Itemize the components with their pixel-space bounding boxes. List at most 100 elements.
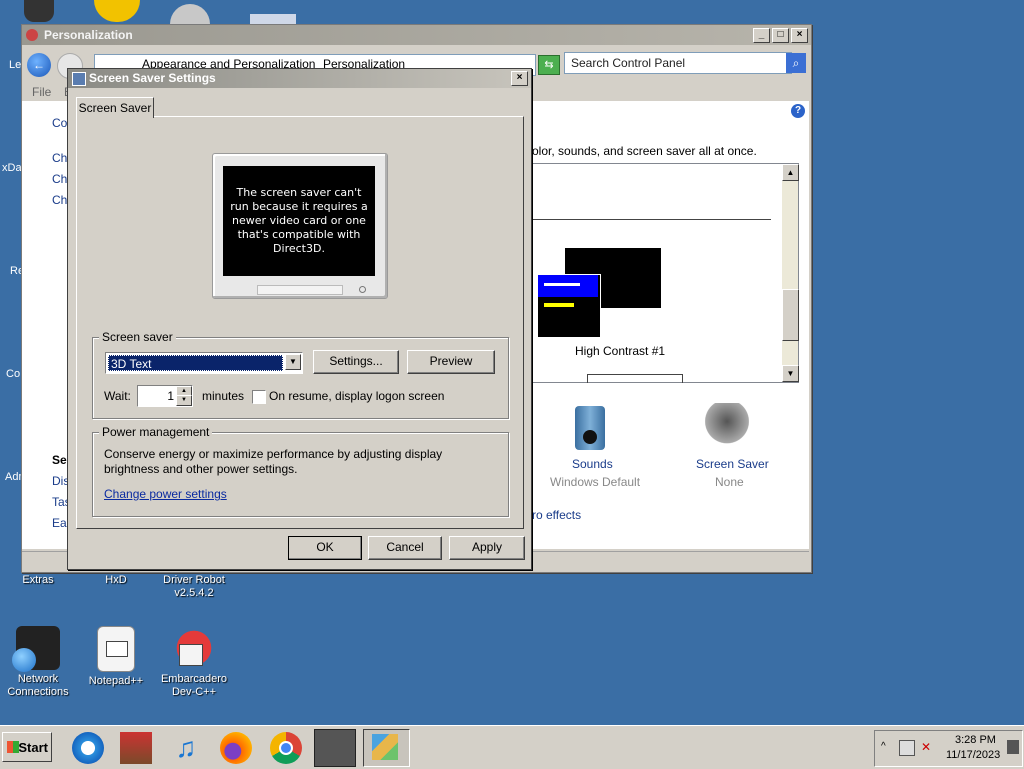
clock-time[interactable]: 3:28 PM (955, 734, 996, 746)
preview-message: The screen saver can't run because it re… (223, 166, 375, 276)
desktop-fragment: Le (9, 59, 22, 71)
dialog-icon (72, 72, 86, 86)
preview-monitor: The screen saver can't run because it re… (212, 153, 388, 299)
change-power-settings-link[interactable]: Change power settings (104, 487, 227, 501)
desktop-icon-network-connections[interactable]: Network Connections (0, 626, 76, 699)
effects-link[interactable]: ro effects (532, 508, 581, 522)
minimize-button[interactable]: _ (753, 28, 770, 43)
chevron-up-icon[interactable]: ^ (881, 741, 886, 752)
scroll-up-button[interactable]: ▲ (782, 164, 799, 181)
desktop-icon-label: Notepad++ (88, 675, 144, 687)
screen-saver-group: Screen saver 3D Text ▼ Settings... Previ… (92, 330, 509, 419)
sounds-label[interactable]: Sounds (572, 457, 613, 471)
notepadpp-icon (97, 626, 135, 672)
internet-explorer-icon[interactable] (72, 732, 104, 764)
theme-thumbnail[interactable] (537, 248, 661, 338)
desktop-fragment: xDa (2, 162, 22, 174)
sidebar-link[interactable]: Co (52, 116, 67, 130)
theme-divider (531, 219, 771, 220)
app-icon (26, 29, 38, 41)
screen-saver-dialog: Screen Saver Settings × Screen Saver The… (67, 68, 532, 570)
refresh-icon[interactable]: ⇆ (538, 55, 560, 75)
close-button[interactable]: × (791, 28, 808, 43)
dialog-close-button[interactable]: × (511, 71, 528, 86)
theme-thumbnail-next[interactable] (587, 374, 683, 383)
dialog-titlebar[interactable]: Screen Saver Settings × (68, 69, 531, 88)
window-title: Personalization (44, 28, 133, 42)
window-titlebar[interactable]: Personalization _ □ × (22, 25, 811, 45)
chevron-down-icon[interactable]: ▼ (285, 354, 301, 370)
sidebar-link[interactable]: Ch (52, 151, 67, 165)
screen-saver-icon[interactable] (704, 403, 750, 449)
abc-app-taskbar-icon[interactable] (363, 729, 410, 767)
sounds-icon[interactable] (575, 406, 605, 450)
sidebar-link[interactable]: Ch (52, 172, 67, 186)
group-title: Power management (99, 425, 213, 439)
tab-panel: The screen saver can't run because it re… (76, 116, 524, 529)
preview-button[interactable]: Preview (407, 350, 495, 374)
music-icon[interactable]: ♫ (170, 732, 202, 764)
theme-name[interactable]: High Contrast #1 (575, 344, 665, 358)
screen-saver-label[interactable]: Screen Saver (696, 457, 769, 471)
desktop-icon-driver-robot[interactable]: Driver Robot v2.5.4.2 (156, 574, 232, 600)
desktop-icon-devcpp[interactable]: Embarcadero Dev-C++ (156, 626, 232, 699)
firefox-icon[interactable] (220, 732, 252, 764)
desktop-icon-notepadpp[interactable]: Notepad++ (78, 626, 154, 688)
wait-value[interactable]: 1 (167, 389, 174, 403)
search-input[interactable]: Search Control Panel (564, 52, 792, 74)
start-button[interactable]: Start (2, 732, 52, 762)
resume-label[interactable]: On resume, display logon screen (269, 389, 444, 403)
back-icon[interactable]: ← (27, 53, 51, 77)
group-title: Screen saver (99, 330, 176, 344)
resume-checkbox[interactable] (252, 390, 266, 404)
screen-saver-select[interactable]: 3D Text ▼ (105, 352, 303, 374)
network-tray-icon[interactable] (899, 740, 915, 756)
devcpp-icon (172, 626, 216, 670)
chrome-icon[interactable] (270, 732, 302, 764)
search-icon[interactable]: ⌕ (786, 53, 806, 73)
desktop-icon-label: Extras (22, 574, 54, 586)
personalization-taskbar-icon[interactable] (314, 729, 356, 767)
tab-screen-saver[interactable]: Screen Saver (76, 97, 154, 118)
system-tray: ^ ✕ 3:28 PM 11/17/2023 (874, 730, 1023, 767)
power-management-group: Power management Conserve energy or maxi… (92, 425, 509, 517)
scroll-thumb[interactable] (782, 289, 799, 341)
desktop-icon-hxd[interactable]: HxD (78, 574, 154, 587)
gear-icon[interactable] (170, 4, 210, 24)
spin-down-button[interactable]: ▼ (176, 395, 192, 406)
desktop-icon-partial[interactable] (24, 0, 54, 22)
start-label: Start (18, 740, 48, 755)
dialog-title: Screen Saver Settings (89, 71, 216, 85)
network-icon (12, 626, 60, 672)
cancel-button[interactable]: Cancel (368, 536, 442, 560)
scroll-down-button[interactable]: ▼ (782, 365, 799, 382)
wait-stepper[interactable]: 1 ▲ ▼ (137, 385, 193, 407)
menu-file[interactable]: File (32, 85, 51, 99)
help-icon[interactable]: ? (791, 104, 805, 118)
sounds-value: Windows Default (550, 475, 641, 489)
sidebar-link[interactable]: Ch (52, 193, 67, 207)
settings-button[interactable]: Settings... (313, 350, 399, 374)
theme-list: High Contrast #1 ▲ ▼ (530, 163, 799, 383)
desktop-icon-label: HxD (105, 574, 127, 586)
media-icon[interactable] (120, 732, 152, 764)
volume-muted-icon[interactable]: ✕ (921, 740, 931, 754)
vertical-scrollbar[interactable]: ▲ ▼ (782, 164, 799, 382)
action-center-icon[interactable] (1007, 740, 1019, 754)
power-description: Conserve energy or maximize performance … (104, 447, 443, 476)
minutes-label: minutes (202, 389, 245, 403)
desktop-icon-label: Driver Robot v2.5.4.2 (163, 574, 225, 599)
apply-button[interactable]: Apply (449, 536, 525, 560)
desktop-icon-label: Embarcadero Dev-C++ (160, 673, 228, 698)
desktop-icon-partial[interactable] (250, 14, 296, 24)
wait-label: Wait: (104, 389, 131, 403)
intro-text: olor, sounds, and screen saver all at on… (532, 144, 757, 158)
clock-date[interactable]: 11/17/2023 (946, 749, 1000, 761)
power-led-icon (359, 286, 366, 293)
maximize-button[interactable]: □ (772, 28, 789, 43)
desktop-icon-partial[interactable] (94, 0, 140, 22)
windows-logo-icon (7, 741, 19, 753)
ok-button[interactable]: OK (288, 536, 362, 560)
desktop-icon-extras[interactable]: Extras (0, 574, 76, 587)
monitor-button (257, 285, 343, 295)
